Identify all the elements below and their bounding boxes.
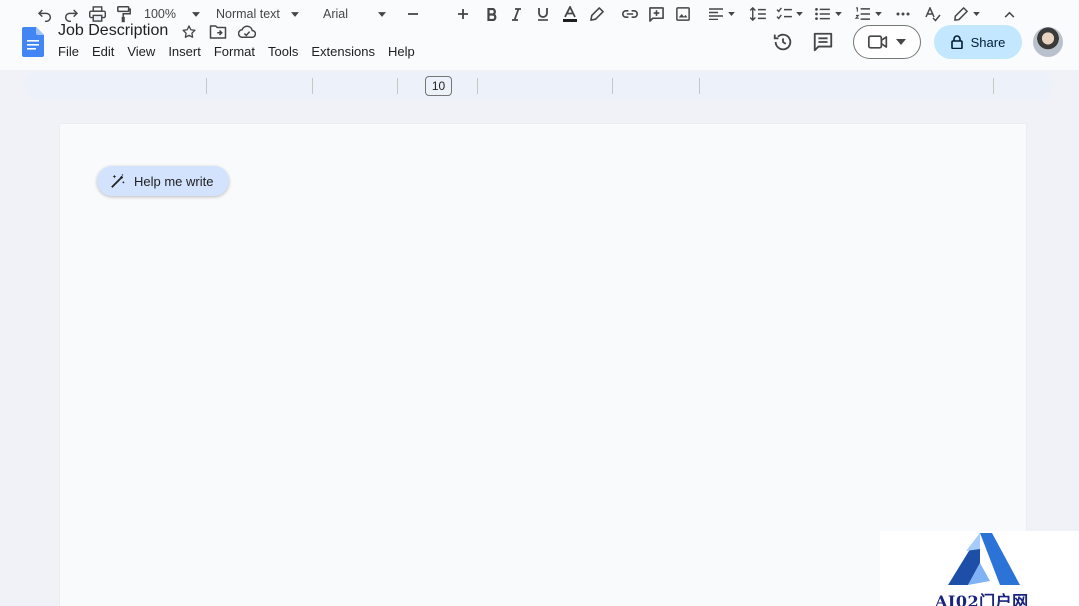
toolbar-divider (612, 78, 613, 94)
chevron-down-icon (875, 12, 882, 16)
watermark-text: AI02门户网 (935, 592, 1029, 606)
bold-icon[interactable] (487, 4, 498, 24)
help-me-write-label: Help me write (134, 173, 214, 189)
title-actions (179, 22, 257, 42)
add-comment-icon[interactable] (649, 4, 664, 24)
collapse-menus-icon[interactable] (1004, 4, 1015, 24)
paint-format-icon[interactable] (116, 4, 132, 24)
share-button[interactable]: Share (934, 25, 1022, 59)
chevron-down-icon (835, 12, 842, 16)
zoom-select[interactable]: 100% (144, 4, 200, 24)
chevron-down-icon (728, 12, 735, 16)
menu-extensions[interactable]: Extensions (311, 44, 382, 59)
move-to-folder-icon[interactable] (208, 22, 228, 42)
insert-image-icon[interactable] (676, 4, 690, 24)
bulleted-list-icon (815, 8, 830, 20)
align-left-icon (709, 8, 723, 20)
avatar[interactable] (1033, 27, 1063, 57)
checklist-icon (776, 7, 792, 20)
line-spacing-icon[interactable] (750, 4, 766, 24)
share-label: Share (970, 34, 1006, 50)
menu-bar: File Edit View Insert Format Tools Exten… (58, 44, 428, 59)
comments-icon[interactable] (812, 31, 834, 53)
chevron-down-icon (973, 12, 980, 16)
document-title[interactable]: Job Description (58, 22, 168, 40)
align-menu[interactable] (709, 4, 735, 24)
star-icon[interactable] (179, 22, 199, 42)
version-history-icon[interactable] (772, 31, 794, 53)
toolbar-divider (206, 78, 207, 94)
style-select[interactable]: Normal text (216, 4, 299, 24)
increase-font-size-icon[interactable] (457, 4, 469, 24)
cloud-status-icon[interactable] (237, 22, 257, 42)
underline-icon[interactable] (537, 4, 549, 24)
magic-pen-icon (111, 173, 125, 188)
bulleted-list-menu[interactable] (815, 4, 842, 24)
numbered-list-menu[interactable] (855, 4, 882, 24)
watermark-logo-icon (948, 533, 1020, 585)
font-select[interactable]: Arial (323, 4, 387, 24)
toolbar-divider (312, 78, 313, 94)
chevron-down-icon (378, 11, 387, 17)
chevron-down-icon (191, 11, 200, 17)
text-color-icon[interactable] (563, 4, 577, 24)
docs-logo-icon[interactable] (22, 27, 44, 57)
chevron-down-icon (290, 11, 299, 17)
meet-button[interactable] (853, 25, 921, 59)
toolbar-divider (993, 78, 994, 94)
menu-insert[interactable]: Insert (168, 44, 208, 59)
more-options-icon[interactable] (896, 4, 910, 24)
numbered-list-icon (855, 7, 870, 20)
help-me-write-button[interactable]: Help me write (97, 166, 229, 196)
italic-icon[interactable] (511, 4, 522, 24)
pencil-icon (954, 7, 968, 21)
lock-icon (950, 35, 963, 49)
watermark: AI02门户网 (880, 531, 1079, 606)
toolbar-divider (699, 78, 700, 94)
insert-link-icon[interactable] (622, 4, 638, 24)
font-value: Arial (323, 7, 349, 21)
redo-icon[interactable] (63, 4, 79, 24)
font-size-input[interactable]: 10 (425, 76, 452, 96)
toolbar-divider (477, 78, 478, 94)
menu-format[interactable]: Format (214, 44, 262, 59)
spellcheck-icon[interactable] (925, 4, 941, 24)
chevron-down-icon (896, 39, 906, 45)
chevron-down-icon (796, 12, 803, 16)
menu-help[interactable]: Help (388, 44, 422, 59)
highlight-color-icon[interactable] (589, 4, 604, 24)
formatting-toolbar (24, 72, 1054, 100)
menu-file[interactable]: File (58, 44, 86, 59)
menu-view[interactable]: View (127, 44, 162, 59)
print-icon[interactable] (89, 4, 106, 24)
toolbar-divider (397, 78, 398, 94)
menu-edit[interactable]: Edit (92, 44, 121, 59)
editing-mode-menu[interactable] (954, 4, 980, 24)
style-value: Normal text (216, 7, 280, 21)
zoom-value: 100% (144, 7, 176, 21)
undo-icon[interactable] (37, 4, 53, 24)
decrease-font-size-icon[interactable] (407, 4, 419, 24)
video-camera-icon (868, 35, 888, 49)
checklist-menu[interactable] (776, 4, 803, 24)
menu-tools[interactable]: Tools (268, 44, 305, 59)
